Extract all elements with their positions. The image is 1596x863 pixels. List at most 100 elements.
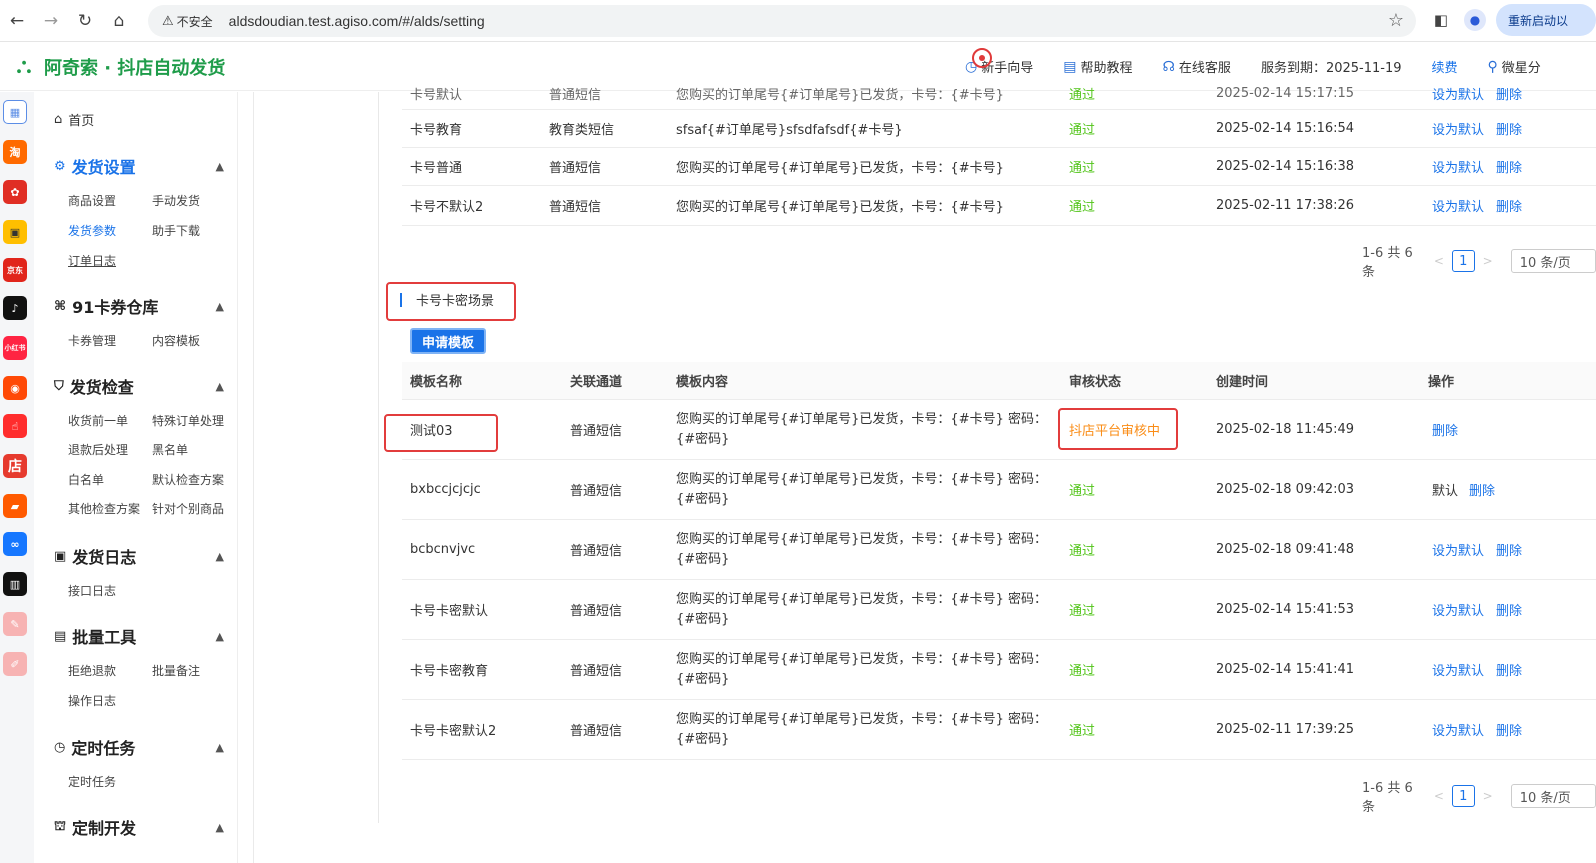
sidebar-item-content-template[interactable]: 内容模板 [152,332,200,349]
page-size-select[interactable]: 10 条/页 [1510,249,1596,273]
weidian-icon[interactable]: ▥ [3,572,27,596]
chevron-up-icon[interactable]: ▲ [216,300,224,313]
page-number[interactable]: 1 [1451,250,1475,272]
set-default-link[interactable]: 设为默认 [1432,700,1484,759]
menu-group-title[interactable]: ◷ 定时任务 ▲ [54,735,224,759]
menu-group-title[interactable]: ⛉ 发货检查 ▲ [54,374,224,398]
sidebar-item-other-check[interactable]: 其他检查方案 [68,500,140,517]
delete-link[interactable]: 删除 [1496,110,1522,147]
pagination-bottom: 1-6 共 6 条 < 1 > 10 条/页 [1362,777,1596,815]
sidebar-item-delivery-params[interactable]: 发货参数 [68,222,116,239]
delete-link[interactable]: 删除 [1496,640,1522,699]
set-default-link[interactable]: 设为默认 [1432,148,1484,185]
chevron-up-icon[interactable]: ▲ [216,550,224,563]
delete-link[interactable]: 删除 [1469,460,1495,519]
bookmark-star-icon[interactable]: ☆ [1388,10,1404,31]
sidebar-item-coupon-manage[interactable]: 卡券管理 [68,332,116,349]
delete-link[interactable]: 删除 [1496,78,1522,109]
sidebar-item-blacklist[interactable]: 黑名单 [152,441,188,458]
page-size-select[interactable]: 10 条/页 [1510,784,1596,808]
thumb-icon[interactable]: ☝ [3,414,27,438]
reload-icon[interactable]: ↻ [68,4,102,38]
shop-icon[interactable]: 店 [3,454,27,478]
app-logo[interactable]: ⛬ 阿奇索 · 抖店自动发货 [10,53,225,81]
grid-icon[interactable]: ▦ [3,100,27,124]
delete-link[interactable]: 删除 [1496,520,1522,579]
sidebar-item-reject-refund[interactable]: 拒绝退款 [68,662,116,679]
chevron-right-icon[interactable]: > [1483,789,1493,803]
sidebar-item-manual-delivery[interactable]: 手动发货 [152,192,200,209]
renew-link[interactable]: 续费 [1432,57,1458,76]
alibaba-icon[interactable]: ▣ [3,220,27,244]
taobao-icon[interactable]: 淘 [3,140,27,164]
apply-template-button[interactable]: 申请模板 [410,328,486,354]
side-panel-icon[interactable]: ◧ [1428,7,1454,33]
kuaishou-icon[interactable]: ◉ [3,376,27,400]
set-default-link[interactable]: 设为默认 [1432,110,1484,147]
profile-avatar-icon[interactable]: ● [1464,9,1486,31]
sidebar-item-scheduled-task[interactable]: 定时任务 [68,773,116,790]
delete-link[interactable]: 删除 [1432,400,1458,459]
menu-group-title[interactable]: ⚙ 发货设置 ▲ [54,154,224,178]
chevron-up-icon[interactable]: ▲ [216,741,224,754]
home-outline-icon: ⌂ [54,112,63,127]
page-number[interactable]: 1 [1451,785,1475,807]
sidebar-item-whitelist[interactable]: 白名单 [68,471,104,488]
chevron-left-icon[interactable]: < [1434,789,1444,803]
sidebar-item-operation-log[interactable]: 操作日志 [68,692,116,709]
chevron-up-icon[interactable]: ▲ [216,630,224,643]
headset-icon: ☊ [1162,58,1175,75]
sidebar-item-assistant-download[interactable]: 助手下载 [152,222,200,239]
set-default-link[interactable]: 设为默认 [1432,580,1484,639]
status-badge: 通过 [1069,484,1096,499]
set-default-link[interactable]: 设为默认 [1432,78,1484,109]
sidebar-item-api-log[interactable]: 接口日志 [68,582,116,599]
sidebar-item-order-log[interactable]: 订单日志 [68,252,116,269]
menu-group-delivery-settings: ⚙ 发货设置 ▲ 商品设置 手动发货 发货参数 助手下载 订单日志 [54,154,224,274]
back-icon[interactable]: ← [0,4,34,38]
pink-a-icon[interactable]: ✎ [3,612,27,636]
menu-group-title[interactable]: ▣ 发货日志 ▲ [54,544,224,568]
delete-link[interactable]: 删除 [1496,148,1522,185]
douyin-icon[interactable]: ♪ [3,296,27,320]
menu-group-title[interactable]: ⛫ 定制开发 ▲ [54,815,224,839]
forward-icon[interactable]: → [34,4,68,38]
sidebar-item-special-order[interactable]: 特殊订单处理 [152,412,224,429]
chevron-up-icon[interactable]: ▲ [216,380,224,393]
menu-group-title[interactable]: ⌘ 91卡券仓库 ▲ [54,294,224,318]
sidebar-item-default-check[interactable]: 默认检查方案 [152,471,224,488]
bag-icon[interactable]: ▰ [3,494,27,518]
chevron-up-icon[interactable]: ▲ [216,821,224,834]
address-bar[interactable]: ⚠ 不安全 aldsdoudian.test.agiso.com/#/alds/… [148,5,1416,37]
url-text[interactable]: aldsdoudian.test.agiso.com/#/alds/settin… [229,13,485,29]
relaunch-button[interactable]: 重新启动以 [1496,4,1596,36]
support-link[interactable]: ☊ 在线客服 [1162,57,1230,77]
pinduoduo-icon[interactable]: ✿ [3,180,27,204]
sidebar-item-pre-receipt[interactable]: 收货前一单 [68,412,128,429]
menu-group-title[interactable]: ▤ 批量工具 ▲ [54,624,224,648]
delete-link[interactable]: 删除 [1496,700,1522,759]
security-indicator[interactable]: ⚠ 不安全 [156,9,219,33]
delete-link[interactable]: 删除 [1496,580,1522,639]
sidebar-item-specific-product[interactable]: 针对个别商品 [152,500,224,517]
set-default-link[interactable]: 设为默认 [1432,186,1484,225]
user-menu[interactable]: ⚲ 微星分 [1488,57,1541,77]
sidebar-item-batch-note[interactable]: 批量备注 [152,662,200,679]
highlight-box-name [384,414,498,452]
link-icon[interactable]: ∞ [3,532,27,556]
sidebar-item-product-settings[interactable]: 商品设置 [68,192,116,209]
set-default-link[interactable]: 设为默认 [1432,520,1484,579]
xiaohongshu-icon[interactable]: 小红书 [3,336,27,360]
chevron-left-icon[interactable]: < [1434,254,1444,268]
pink-b-icon[interactable]: ✐ [3,652,27,676]
delete-link[interactable]: 删除 [1496,186,1522,225]
chevron-right-icon[interactable]: > [1483,254,1493,268]
chevron-up-icon[interactable]: ▲ [216,160,224,173]
help-link[interactable]: ▤ 帮助教程 [1063,57,1132,77]
sidebar-item-post-refund[interactable]: 退款后处理 [68,441,128,458]
set-default-link[interactable]: 设为默认 [1432,640,1484,699]
content-divider [253,92,254,863]
sidebar-item-home[interactable]: ⌂ 首页 [54,110,94,129]
jd-icon[interactable]: 京东 [3,258,27,282]
home-icon[interactable]: ⌂ [102,4,136,38]
